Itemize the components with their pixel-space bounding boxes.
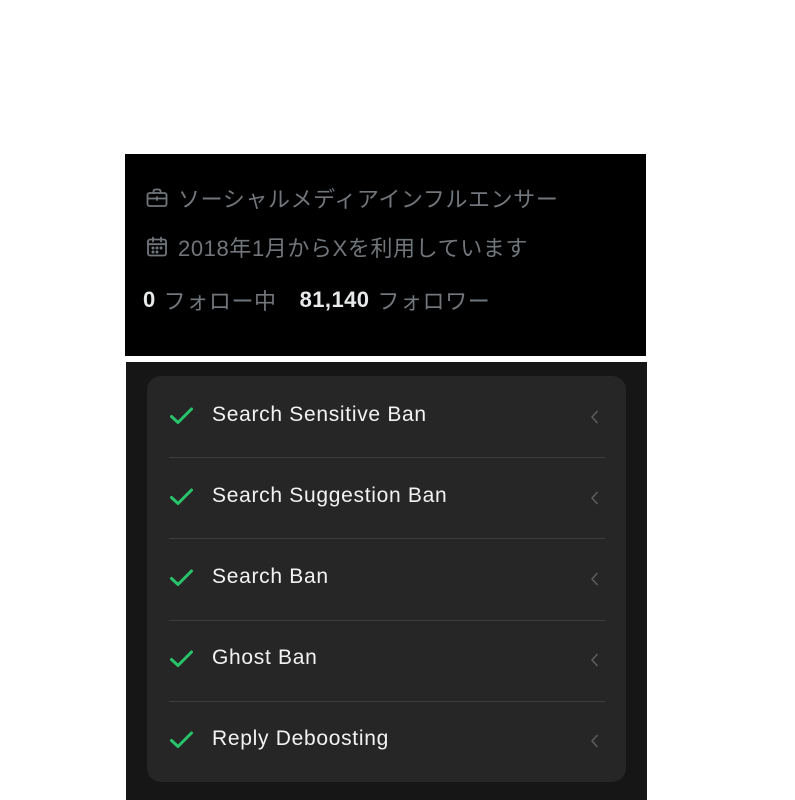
following-label: フォロー中 xyxy=(163,289,277,314)
following-count: 0 xyxy=(143,287,156,312)
ban-checks-panel: Search Sensitive Ban Search Suggestion B… xyxy=(126,362,647,800)
ban-check-label: Search Suggestion Ban xyxy=(212,483,448,507)
ban-check-row-ghost[interactable]: Ghost Ban xyxy=(147,619,626,701)
ban-check-label: Reply Deboosting xyxy=(212,727,389,751)
ban-check-label: Search Ban xyxy=(212,565,329,588)
followers-label: フォロワー xyxy=(377,289,491,314)
profile-joined-text: 2018年1月からXを利用しています xyxy=(178,236,528,261)
ban-check-row-reply-deboosting[interactable]: Reply Deboosting xyxy=(147,700,626,782)
followers-link[interactable]: 81,140 フォロワー xyxy=(300,284,491,316)
chevron-left-icon[interactable] xyxy=(589,490,600,506)
check-icon xyxy=(169,406,194,426)
ban-checks-card: Search Sensitive Ban Search Suggestion B… xyxy=(147,376,626,782)
check-icon xyxy=(169,730,194,750)
profile-occupation: ソーシャルメディアインフルエンサー xyxy=(145,183,558,213)
followers-count: 81,140 xyxy=(299,287,370,312)
profile-occupation-text: ソーシャルメディアインフルエンサー xyxy=(178,187,559,212)
ban-check-row-search-suggestion[interactable]: Search Suggestion Ban xyxy=(147,457,626,538)
chevron-left-icon[interactable] xyxy=(589,571,600,587)
ban-check-label: Ghost Ban xyxy=(212,646,318,670)
ban-check-label: Search Sensitive Ban xyxy=(212,402,427,426)
ban-check-row-search-sensitive[interactable]: Search Sensitive Ban xyxy=(147,376,626,457)
profile-stats: 0 フォロー中 81,140 フォロワー xyxy=(143,285,490,315)
check-icon xyxy=(169,649,194,669)
profile-info-panel: ソーシャルメディアインフルエンサー 2018年1月からXを利用しています 0 フ… xyxy=(125,154,646,356)
check-icon xyxy=(169,568,194,588)
profile-joined-date: 2018年1月からXを利用しています xyxy=(145,232,528,262)
check-icon xyxy=(169,487,194,507)
chevron-left-icon[interactable] xyxy=(589,733,600,749)
briefcase-icon xyxy=(145,186,169,210)
calendar-icon xyxy=(145,235,169,259)
chevron-left-icon[interactable] xyxy=(589,409,600,425)
ban-check-row-search[interactable]: Search Ban xyxy=(147,538,626,619)
chevron-left-icon[interactable] xyxy=(589,652,600,668)
following-link[interactable]: 0 フォロー中 xyxy=(143,284,277,316)
